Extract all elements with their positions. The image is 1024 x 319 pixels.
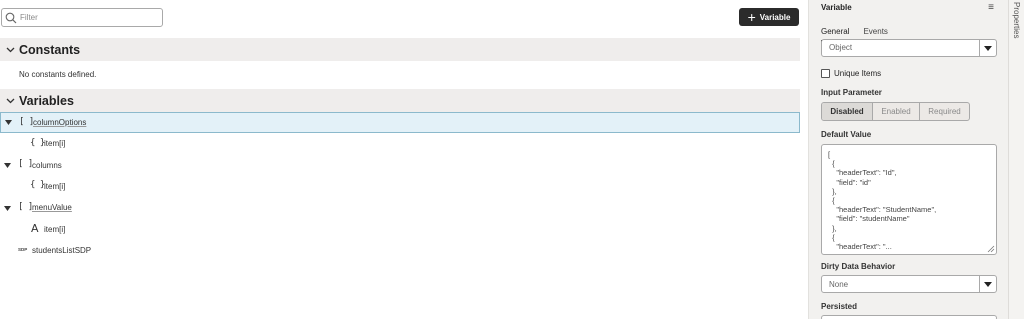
variables-editor: + Variable Constants No constants define… [0, 0, 808, 319]
variable-name[interactable]: item[i] [44, 182, 65, 191]
checkbox-icon[interactable] [821, 69, 830, 78]
variable-row-columnoptions[interactable]: [ ] columnOptions [0, 112, 800, 133]
string-type-icon: A [31, 222, 39, 235]
properties-panel: Variable ≡ General Events Object Unique … [808, 0, 1008, 319]
segment-enabled[interactable]: Enabled [872, 103, 919, 120]
variable-name[interactable]: item[i] [44, 225, 65, 234]
array-icon: [ ] [19, 117, 34, 127]
panel-title: Variable [821, 3, 852, 12]
resize-grip-icon[interactable] [987, 245, 995, 253]
chevron-down-icon[interactable] [3, 98, 17, 104]
variable-row-child[interactable]: { } item[i] [0, 134, 800, 155]
variable-name[interactable]: studentsListSDP [32, 246, 91, 255]
default-value-textarea[interactable]: [ { "headerText": "Id", "field": "id" },… [821, 144, 997, 255]
hamburger-menu-icon[interactable]: ≡ [986, 2, 996, 13]
filter-field[interactable] [1, 8, 163, 27]
unique-items-label: Unique Items [834, 69, 882, 78]
caret-down-icon[interactable] [979, 275, 996, 293]
dirty-data-behavior-label: Dirty Data Behavior [821, 262, 896, 271]
variable-row-child[interactable]: { } item[i] [0, 176, 800, 197]
constants-section-header[interactable]: Constants [0, 38, 800, 61]
segment-required[interactable]: Required [919, 103, 969, 120]
sdp-icon: SDP [18, 247, 28, 252]
object-icon: { } [30, 180, 45, 190]
dirty-data-behavior-select[interactable]: None [821, 275, 997, 293]
variable-name[interactable]: item[i] [44, 139, 65, 148]
variable-name[interactable]: columns [32, 161, 62, 170]
expand-triangle-icon[interactable] [4, 162, 11, 169]
variable-name[interactable]: menuValue [32, 203, 72, 212]
persisted-select[interactable] [821, 315, 997, 319]
add-variable-button[interactable]: + Variable [739, 8, 799, 26]
object-icon: { } [30, 138, 45, 148]
add-variable-label: Variable [759, 12, 791, 22]
constants-empty-message: No constants defined. [19, 70, 97, 79]
variables-title: Variables [19, 93, 74, 108]
unique-items-checkbox[interactable]: Unique Items [821, 69, 881, 78]
filter-input[interactable] [20, 11, 158, 24]
caret-down-icon[interactable] [979, 39, 996, 57]
chevron-down-icon[interactable] [3, 47, 17, 53]
input-parameter-segmented: Disabled Enabled Required [821, 102, 970, 121]
search-icon [5, 12, 17, 24]
dirty-data-behavior-value: None [829, 280, 849, 289]
type-select-value: Object [829, 43, 853, 52]
plus-icon: + [747, 8, 756, 25]
properties-sidebar-tab[interactable]: Properties [1008, 0, 1024, 319]
array-icon: [ ] [18, 202, 33, 212]
expand-triangle-icon[interactable] [5, 119, 12, 126]
default-value-text: [ { "headerText": "Id", "field": "id" },… [828, 150, 937, 252]
segment-disabled[interactable]: Disabled [822, 103, 872, 120]
expand-triangle-icon[interactable] [4, 205, 11, 212]
type-select[interactable]: Object [821, 39, 997, 57]
default-value-label: Default Value [821, 130, 872, 139]
array-icon: [ ] [18, 159, 33, 169]
constants-title: Constants [19, 42, 81, 57]
variable-row-menuvalue[interactable]: [ ] menuValue [0, 198, 800, 219]
input-parameter-label: Input Parameter [821, 88, 882, 97]
persisted-label: Persisted [821, 302, 858, 311]
variable-row-columns[interactable]: [ ] columns [0, 155, 800, 176]
variable-row-child[interactable]: A item[i] [0, 219, 800, 240]
variable-name[interactable]: columnOptions [33, 118, 86, 127]
variable-row-studentslistsdp[interactable]: SDP studentsListSDP [0, 240, 800, 261]
properties-tab-label: Properties [1012, 2, 1021, 39]
variables-section-header[interactable]: Variables [0, 89, 800, 112]
